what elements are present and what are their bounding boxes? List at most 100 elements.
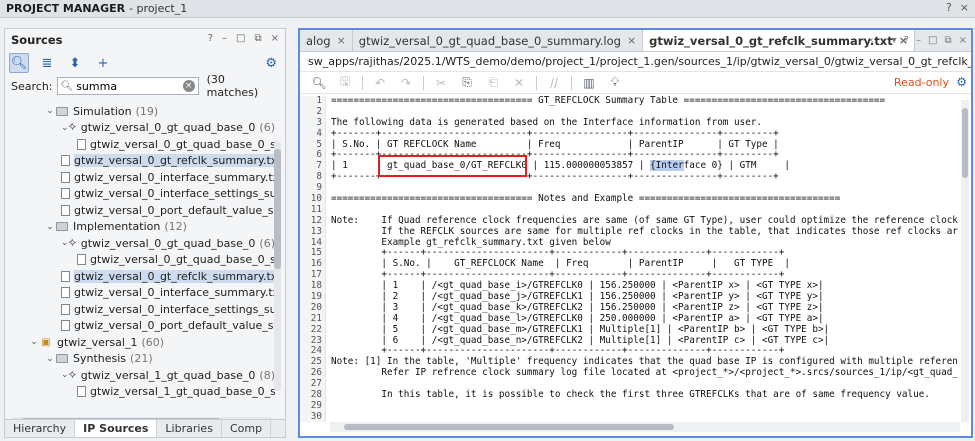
editor-vertical-scrollbar[interactable]	[961, 100, 969, 422]
maximize-icon[interactable]: □	[928, 35, 937, 46]
tree-item[interactable]: ⌄ ⯎ gtwiz_versal_0_gt_quad_base_0 (6)	[5, 120, 275, 137]
file-icon	[61, 188, 70, 200]
lightbulb-icon[interactable]: 💡︎	[602, 75, 628, 90]
cut-icon[interactable]: ✂	[428, 76, 454, 90]
tree-item[interactable]: gtwiz_versal_1_gt_quad_base_0_su	[5, 384, 275, 401]
tree-item[interactable]: gtwiz_versal_0_gt_refclk_summary.txt	[5, 153, 275, 170]
clear-search-icon[interactable]: ×	[182, 80, 195, 92]
tree-item[interactable]: ⌄ ⯎ gtwiz_versal_0_gt_quad_base_0 (6)	[5, 235, 275, 252]
tab-label: alog	[306, 33, 331, 48]
search-box[interactable]: 🔍︎ ×	[56, 77, 199, 95]
editor-horizontal-scrollbar[interactable]	[330, 422, 960, 432]
tree-item[interactable]: ⌄ ▣ gtwiz_versal_1 (60)	[5, 334, 275, 351]
scroll-right-icon[interactable]: ›	[881, 35, 885, 46]
close-icon[interactable]: ×	[960, 1, 969, 14]
file-icon	[77, 254, 86, 266]
close-tab-icon[interactable]: ×	[337, 34, 346, 47]
tree-item-count: (19)	[135, 104, 159, 118]
expand-arrow-icon[interactable]: ⌄	[29, 337, 39, 347]
tree-item-label: gtwiz_versal_0_port_default_value_sum	[74, 203, 275, 217]
tree-item[interactable]: gtwiz_versal_0_gt_quad_base_0_su	[5, 136, 275, 153]
text-editor[interactable]: 1 2 3 4 5 6 7 8 9 10 11 12 13 14 15 16 17 18 19 20 21 22 23 24 2…	[300, 96, 958, 422]
code-line: If the REFCLK sources are same for multi…	[331, 225, 958, 237]
tree-vertical-scrollbar[interactable]	[274, 141, 281, 391]
scroll-left-icon[interactable]: ‹	[870, 35, 874, 46]
line-number: 4	[316, 127, 322, 139]
expand-arrow-icon[interactable]: ⌄	[45, 222, 55, 232]
tree-item[interactable]: gtwiz_versal_0_interface_summary.txt	[5, 169, 275, 186]
tree-item-label: gtwiz_versal_0_interface_settings_sum	[74, 187, 275, 201]
tree-item-count: (6)	[259, 121, 275, 135]
help-icon[interactable]: ?	[904, 35, 909, 46]
collapse-all-icon[interactable]: ≣	[37, 53, 57, 73]
help-icon[interactable]: ?	[946, 1, 952, 14]
close-tab-icon[interactable]: ×	[627, 34, 636, 47]
help-icon[interactable]: ?	[208, 33, 213, 44]
tree-item[interactable]: gtwiz_versal_0_interface_settings_sum	[5, 301, 275, 318]
tree-item-label: gtwiz_versal_0_interface_settings_sum	[74, 302, 275, 316]
tab-hierarchy[interactable]: Hierarchy	[5, 420, 76, 437]
tree-item[interactable]: gtwiz_versal_0_gt_refclk_summary.txt	[5, 268, 275, 285]
match-count: (30 matches)	[206, 73, 259, 99]
expand-arrow-icon[interactable]: ⌄	[45, 354, 55, 364]
undo-icon[interactable]: ↶	[367, 76, 393, 90]
toolbar-divider	[362, 75, 363, 90]
save-icon[interactable]: 🖫︎	[332, 72, 358, 93]
paste-icon[interactable]: ⎗	[480, 75, 506, 90]
delete-icon[interactable]: ✕	[506, 76, 532, 90]
tree-item[interactable]: gtwiz_versal_0_interface_summary.txt	[5, 285, 275, 302]
tree-item[interactable]: gtwiz_versal_0_port_default_value_sum	[5, 202, 275, 219]
expand-arrow-icon[interactable]: ⌄	[61, 370, 69, 380]
scrollbar-thumb[interactable]	[344, 424, 674, 430]
file-icon	[77, 386, 86, 398]
tab-libraries[interactable]: Libraries	[157, 420, 222, 437]
search-input[interactable]	[76, 79, 177, 93]
expand-all-icon[interactable]: ⬍	[65, 53, 85, 73]
maximize-icon[interactable]: □	[236, 33, 245, 44]
comment-icon[interactable]: //	[541, 76, 567, 90]
close-icon[interactable]: ×	[959, 35, 967, 46]
close-icon[interactable]: ×	[271, 33, 279, 44]
tree-item[interactable]: gtwiz_versal_0_interface_settings_sum	[5, 186, 275, 203]
column-select-icon[interactable]: ▥	[576, 76, 602, 90]
float-icon[interactable]: ⧉	[254, 33, 261, 44]
tab-ip-sources[interactable]: IP Sources	[75, 420, 158, 437]
expand-arrow-icon[interactable]: ⌄	[61, 123, 69, 133]
expand-arrow-icon[interactable]: ⌄	[45, 106, 55, 116]
search-icon[interactable]: 🔍︎	[306, 76, 332, 90]
sources-header: Sources ? – □ ⧉ ×	[5, 29, 285, 51]
sources-panel: Sources ? – □ ⧉ × 🔍︎ ≣ ⬍ + ⚙ Search: 🔍︎ …	[4, 28, 286, 438]
toolbar-divider	[536, 75, 537, 90]
tree-item-count: (60)	[141, 335, 165, 349]
tab-file-quad-base-summary[interactable]: gtwiz_versal_0_gt_quad_base_0_summary.lo…	[353, 30, 644, 51]
code-line: | 5 | /<gt_quad_base_m>/GTREFCLK1 | Mult…	[331, 323, 830, 335]
gear-icon[interactable]: ⚙	[956, 75, 967, 89]
float-icon[interactable]: ⧉	[944, 35, 951, 46]
code-area[interactable]: ==================================== GT_…	[331, 96, 958, 422]
tree-item[interactable]: gtwiz_versal_0_gt_quad_base_0_su	[5, 252, 275, 269]
minimize-icon[interactable]: –	[222, 33, 227, 44]
expand-arrow-icon[interactable]: ⌄	[61, 238, 69, 248]
code-line: Refer IP refrence clock summary log file…	[331, 367, 958, 379]
tree-item[interactable]: ⌄ Synthesis (21)	[5, 351, 275, 368]
tree-item[interactable]: ⌄ Simulation (19)	[5, 103, 275, 120]
search-icon[interactable]: 🔍︎	[9, 53, 29, 73]
tree-item-label: Simulation	[73, 104, 132, 118]
tree-item[interactable]: ⌄ Implementation (12)	[5, 219, 275, 236]
copy-icon[interactable]: ⎘	[454, 75, 480, 90]
scrollbar-thumb[interactable]	[274, 149, 281, 269]
file-path: sw_apps/rajithas/2025.1/WTS_demo/demo/pr…	[300, 52, 971, 72]
gear-icon[interactable]: ⚙	[265, 56, 277, 71]
scrollbar-thumb[interactable]	[962, 108, 968, 178]
minimize-icon[interactable]: –	[916, 35, 921, 46]
redo-icon[interactable]: ↷	[393, 76, 419, 90]
tab-list-icon[interactable]: ▾	[892, 35, 897, 46]
file-icon	[61, 270, 70, 282]
tab-compile-order[interactable]: Comp	[222, 420, 272, 437]
tree-item-count: (12)	[164, 220, 187, 234]
tab-file-alog[interactable]: alog ×	[300, 30, 353, 51]
tree-item[interactable]: ⌄ ⯎ gtwiz_versal_1_gt_quad_base_0 (8)	[5, 367, 275, 384]
add-sources-icon[interactable]: +	[93, 53, 113, 73]
toolbar-divider	[571, 75, 572, 90]
tree-item[interactable]: gtwiz_versal_0_port_default_value_sur	[5, 318, 275, 335]
